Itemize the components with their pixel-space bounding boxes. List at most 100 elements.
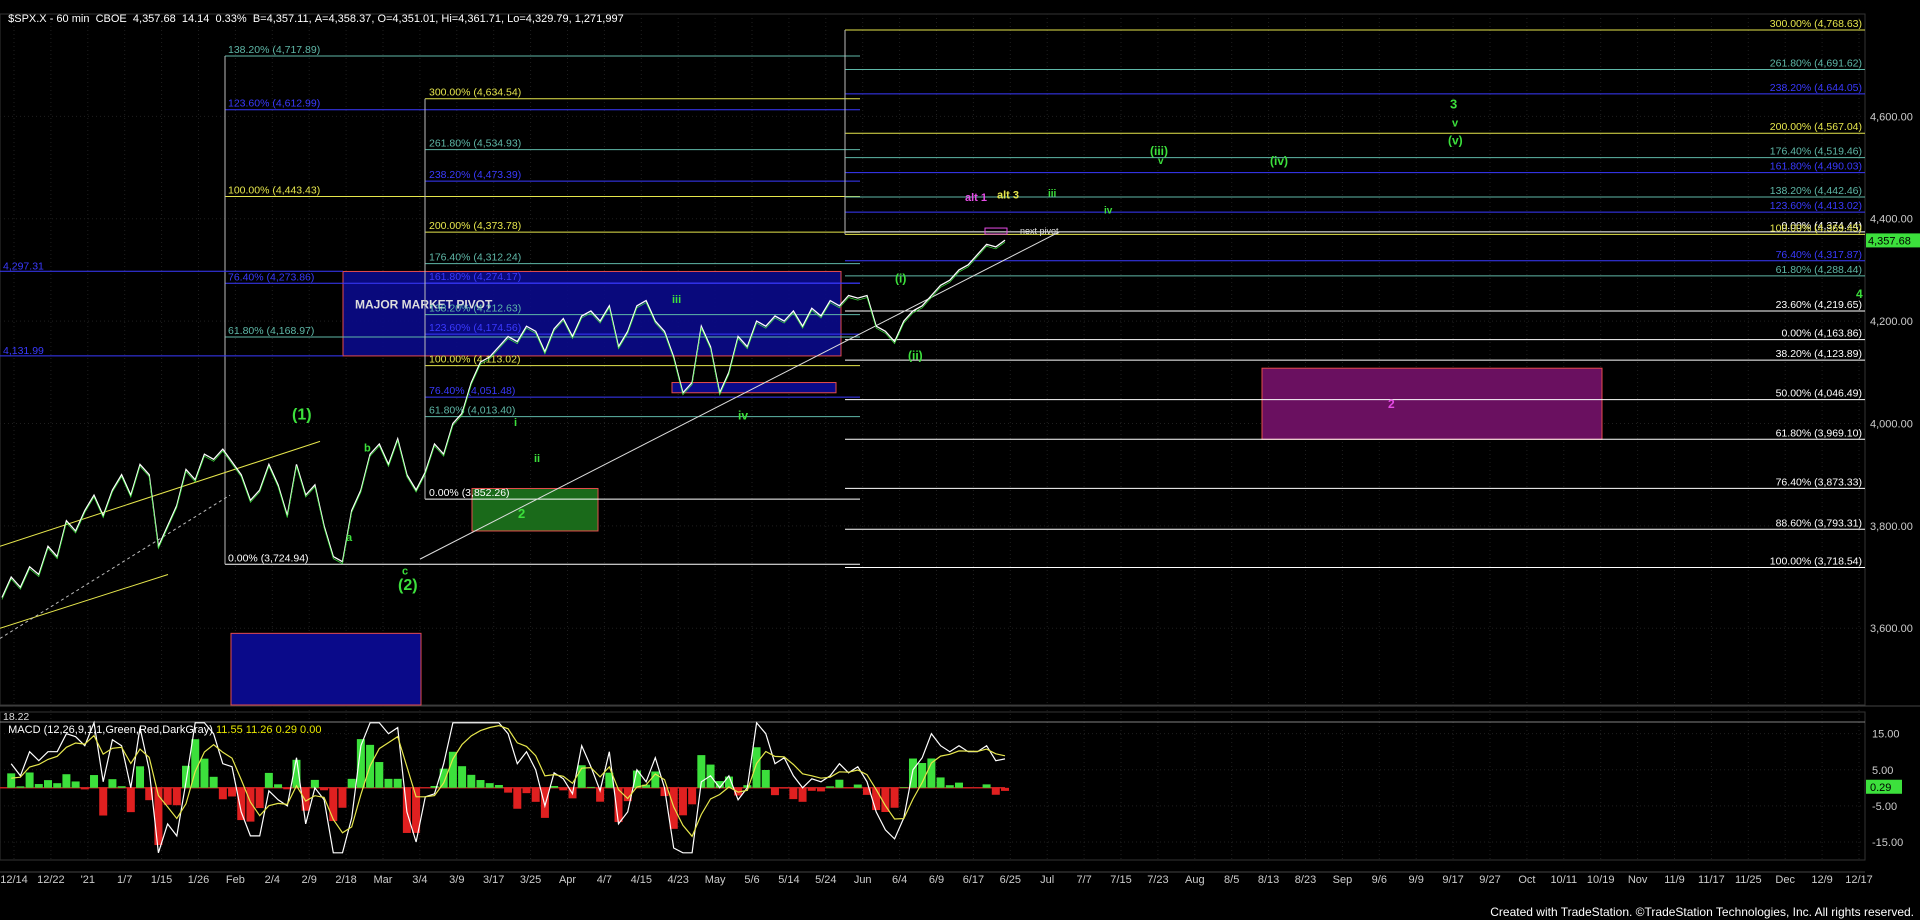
x-tick-label: Dec bbox=[1775, 874, 1795, 886]
wave-label-four: 4 bbox=[1856, 287, 1863, 301]
x-tick-label: Aug bbox=[1185, 874, 1205, 886]
left-fib-label: 123.60% (4,612.99) bbox=[228, 98, 320, 110]
x-tick-label: 8/23 bbox=[1295, 874, 1316, 886]
x-tick-label: '21 bbox=[81, 874, 95, 886]
right-fib-label: 200.00% (4,567.04) bbox=[1770, 121, 1862, 133]
macd-histogram-bar bbox=[237, 787, 246, 821]
macd-histogram-bar bbox=[126, 787, 135, 813]
macd-histogram-bar bbox=[559, 787, 568, 791]
x-tick-label: 7/7 bbox=[1076, 874, 1091, 886]
macd-histogram-bar bbox=[540, 787, 549, 818]
change-pct: 0.33% bbox=[215, 13, 247, 25]
right-fib-label: 138.20% (4,442.46) bbox=[1770, 185, 1862, 197]
right-fib-label: 76.40% (4,317.87) bbox=[1776, 249, 1862, 261]
macd-histogram-bar bbox=[669, 787, 678, 829]
x-tick-label: 9/17 bbox=[1442, 874, 1463, 886]
right-fib-label: 88.60% (3,793.31) bbox=[1776, 517, 1862, 529]
edge-level-label: 4,131.99 bbox=[3, 345, 44, 357]
macd-histogram-bar bbox=[844, 787, 853, 789]
macd-histogram-bar bbox=[807, 787, 816, 791]
macd-histogram-bar bbox=[504, 787, 513, 793]
x-tick-label: 6/17 bbox=[963, 874, 984, 886]
macd-histogram-bar bbox=[218, 787, 227, 800]
macd-histogram-bar bbox=[44, 780, 53, 788]
wave-label-magenta-2: 2 bbox=[1388, 397, 1395, 411]
macd-histogram-bar bbox=[16, 786, 25, 788]
right-fib-label: 261.80% (4,691.62) bbox=[1770, 57, 1862, 69]
macd-histogram-bar bbox=[80, 787, 89, 790]
macd-histogram-bar bbox=[954, 782, 963, 788]
time-axis: 12/14 12/22 '21 1/7 1/15 1/26 Feb 2/4 2/9 2/18 Mar… bbox=[0, 871, 1873, 886]
lower-support-box bbox=[230, 632, 422, 706]
wave-label-small-iv: iv bbox=[1104, 206, 1113, 217]
macd-histogram-bar bbox=[789, 787, 798, 800]
macd-histogram-bar bbox=[780, 787, 789, 789]
x-tick-label: 5/14 bbox=[778, 874, 799, 886]
x-tick-label: 1/7 bbox=[117, 874, 132, 886]
wave-label-alt3: alt 3 bbox=[997, 189, 1019, 201]
macd-histogram-bar bbox=[899, 787, 908, 788]
wave-label-c: c bbox=[402, 565, 408, 577]
macd-histogram-bar bbox=[172, 787, 181, 806]
wave-label-iii: iii bbox=[672, 294, 681, 306]
x-tick-label: 1/15 bbox=[151, 874, 172, 886]
price-axis: 3,600.00 3,800.00 4,000.00 4,200.00 4,400.00… bbox=[1866, 111, 1920, 635]
wave-label-iv: iv bbox=[738, 408, 748, 422]
mid-fib-label: 300.00% (4,634.54) bbox=[429, 87, 521, 99]
wave-label-wave-1: (1) bbox=[292, 406, 312, 423]
left-fib-label: 100.00% (4,443.43) bbox=[228, 185, 320, 197]
y-tick-label: 3,800.00 bbox=[1870, 521, 1913, 533]
next-pivot-label: next pivot bbox=[1020, 226, 1059, 236]
macd-histogram-bar bbox=[200, 758, 209, 788]
macd-histogram-bar bbox=[890, 787, 899, 808]
y-tick-label: 4,600.00 bbox=[1870, 111, 1913, 123]
wave-label-b: b bbox=[364, 443, 371, 455]
channel-lower-line bbox=[0, 574, 169, 629]
mid-fib-label: 261.80% (4,534.93) bbox=[429, 138, 521, 150]
right-fib-label: 76.40% (3,873.33) bbox=[1776, 476, 1862, 488]
edge-level-label: 4,297.31 bbox=[3, 260, 44, 272]
next-pivot-mark bbox=[984, 227, 1008, 235]
macd-histogram-bar bbox=[384, 778, 393, 788]
mid-fib-label: 100.00% (4,113.02) bbox=[429, 354, 520, 366]
x-tick-label: 4/15 bbox=[631, 874, 652, 886]
macd-histogram-bar bbox=[550, 785, 559, 788]
macd-title: MACD (12,26,9,1,1,Green,Red,DarkGray) bbox=[8, 724, 213, 736]
x-tick-label: Apr bbox=[559, 874, 576, 886]
macd-histogram-bar bbox=[494, 785, 503, 788]
x-tick-label: 9/6 bbox=[1372, 874, 1387, 886]
mid-fib-label: 76.40% (4,051.48) bbox=[429, 385, 515, 397]
mid-fib-label: 200.00% (4,373.78) bbox=[429, 220, 521, 232]
right-fib-label: 0.00% (4,163.86) bbox=[1781, 328, 1862, 340]
right-fib-label: 50.00% (4,046.49) bbox=[1776, 388, 1862, 400]
macd-histogram-bar bbox=[531, 787, 540, 802]
wave-label-w-v: (v) bbox=[1448, 134, 1463, 148]
right-fib-label: 61.80% (4,288.44) bbox=[1776, 264, 1862, 276]
x-tick-label: May bbox=[705, 874, 726, 886]
x-tick-label: 9/27 bbox=[1479, 874, 1500, 886]
footer-credit: Created with TradeStation. ©TradeStation… bbox=[1490, 905, 1914, 919]
macd-histogram-bar bbox=[1001, 787, 1009, 791]
macd-histogram-bar bbox=[816, 787, 825, 792]
left-fib-label: 61.80% (4,168.97) bbox=[228, 325, 314, 337]
low-value: Lo=4,329.79 bbox=[507, 13, 569, 25]
wave-label-small-iii: iii bbox=[1048, 189, 1057, 200]
macd-histogram-bar bbox=[945, 785, 954, 788]
symbol-label: $SPX.X - 60 min bbox=[8, 13, 90, 25]
mid-fib-label: 161.80% (4,274.17) bbox=[429, 271, 521, 283]
macd-tick-label: -15.00 bbox=[1872, 837, 1903, 849]
macd-histogram-bar bbox=[458, 766, 467, 788]
wave-label-w-i: (i) bbox=[895, 272, 906, 286]
price-panel-border bbox=[0, 13, 1866, 706]
macd-histogram-bar bbox=[209, 776, 218, 788]
price-chart[interactable]: MAJOR MARKET PIVOT 138.20% (4,717.89)123… bbox=[0, 0, 1920, 920]
right-fib-label: 176.40% (4,519.46) bbox=[1770, 146, 1862, 158]
macd-histogram-bar bbox=[467, 774, 476, 788]
bid-value: B=4,357.11 bbox=[252, 13, 309, 25]
macd-histogram-bar bbox=[274, 784, 283, 788]
wave-label-small-v: v bbox=[1158, 156, 1164, 167]
x-tick-label: 1/26 bbox=[188, 874, 209, 886]
macd-value-4: 0.00 bbox=[300, 724, 322, 736]
x-tick-label: 6/25 bbox=[1000, 874, 1021, 886]
wave-label-three: 3 bbox=[1450, 97, 1457, 112]
